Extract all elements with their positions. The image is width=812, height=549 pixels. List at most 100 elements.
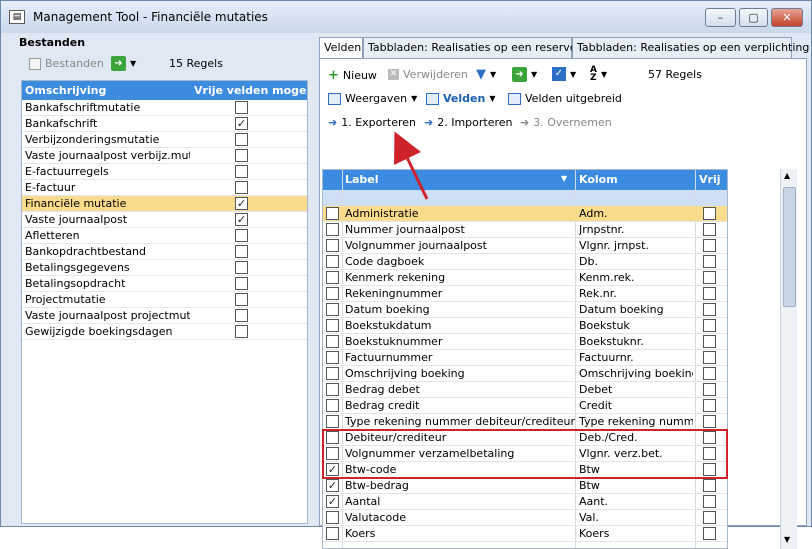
go-button[interactable]: ➜ ▼ <box>111 56 136 71</box>
vrij-checkbox[interactable] <box>703 303 716 316</box>
scroll-down-icon[interactable]: ▼ <box>784 535 790 544</box>
vrij-checkbox[interactable] <box>703 511 716 524</box>
vrij-checkbox[interactable] <box>703 271 716 284</box>
vrij-checkbox[interactable] <box>703 335 716 348</box>
row-checkbox[interactable] <box>326 511 339 524</box>
check-all-button[interactable]: ✓ ▼ <box>552 67 576 81</box>
table-row[interactable]: Factuurnummer Factuurnr. <box>323 350 727 366</box>
vrije-velden-checkbox[interactable] <box>235 245 248 258</box>
list-item[interactable]: Vaste journaalpost projectmutaties <box>22 308 307 324</box>
vrije-velden-checkbox[interactable] <box>235 133 248 146</box>
velden-uitgebreid-button[interactable]: Velden uitgebreid <box>508 92 622 105</box>
table-row[interactable]: Volgnummer journaalpost Vlgnr. jrnpst. <box>323 238 727 254</box>
list-item[interactable]: Bankopdrachtbestand <box>22 244 307 260</box>
col-vrij[interactable]: Vrij <box>699 173 720 186</box>
row-checkbox[interactable] <box>326 367 339 380</box>
row-checkbox[interactable] <box>326 223 339 236</box>
row-checkbox[interactable]: ✓ <box>326 495 339 508</box>
table-row[interactable]: ✓ Btw-bedrag Btw <box>323 478 727 494</box>
vrij-checkbox[interactable] <box>703 319 716 332</box>
table-row[interactable]: Bedrag credit Credit <box>323 398 727 414</box>
vrij-checkbox[interactable] <box>703 207 716 220</box>
row-checkbox[interactable] <box>326 255 339 268</box>
table-row[interactable]: Code dagboek Db. <box>323 254 727 270</box>
list-item[interactable]: Betalingsopdracht <box>22 276 307 292</box>
list-item[interactable]: E-factuurregels <box>22 164 307 180</box>
vrij-checkbox[interactable] <box>703 367 716 380</box>
vrije-velden-checkbox[interactable] <box>235 261 248 274</box>
vrije-velden-checkbox[interactable] <box>235 229 248 242</box>
scroll-thumb[interactable] <box>783 187 796 307</box>
tab-realisaties-reservering[interactable]: Tabbladen: Realisaties op een reserverin… <box>363 37 598 59</box>
row-checkbox[interactable] <box>326 415 339 428</box>
files-button[interactable]: Bestanden <box>29 57 104 70</box>
row-checkbox[interactable]: ✓ <box>326 479 339 492</box>
tab-realisaties-verplichting[interactable]: Tabbladen: Realisaties op een verplichti… <box>572 37 809 59</box>
list-item[interactable]: Financiële mutatie ✓ <box>22 196 307 212</box>
verwijderen-button[interactable]: ✕ Verwijderen <box>388 68 468 81</box>
list-item[interactable]: Verbijzonderingsmutatie <box>22 132 307 148</box>
col-label[interactable]: Label <box>345 173 379 186</box>
table-row[interactable]: Datum boeking Datum boeking <box>323 302 727 318</box>
weergaven-button[interactable]: Weergaven ▼ <box>328 92 417 105</box>
vrij-checkbox[interactable] <box>703 383 716 396</box>
table-row[interactable]: Koers Koers <box>323 526 727 542</box>
minimize-button[interactable]: – <box>705 8 736 27</box>
vrij-checkbox[interactable] <box>703 239 716 252</box>
row-checkbox[interactable] <box>326 351 339 364</box>
vrij-checkbox[interactable] <box>703 495 716 508</box>
vrij-checkbox[interactable] <box>703 479 716 492</box>
vertical-scrollbar[interactable]: ▲ ▼ <box>780 169 797 549</box>
vrije-velden-checkbox[interactable] <box>235 309 248 322</box>
col-vrije-velden[interactable]: Vrije velden moge <box>194 84 307 97</box>
list-item[interactable]: Bankafschrift ✓ <box>22 116 307 132</box>
filter-button[interactable]: ▼ ▼ <box>476 67 496 82</box>
list-item[interactable]: Vaste journaalpost ✓ <box>22 212 307 228</box>
col-kolom[interactable]: Kolom <box>579 173 618 186</box>
table-row[interactable]: Boekstuknummer Boekstuknr. <box>323 334 727 350</box>
vrij-checkbox[interactable] <box>703 415 716 428</box>
vrije-velden-checkbox[interactable]: ✓ <box>235 213 248 226</box>
table-row[interactable]: Omschrijving boeking Omschrijving boeking <box>323 366 727 382</box>
row-checkbox[interactable] <box>326 239 339 252</box>
vrije-velden-checkbox[interactable] <box>235 293 248 306</box>
vrije-velden-checkbox[interactable] <box>235 149 248 162</box>
col-omschrijving[interactable]: Omschrijving <box>25 84 106 97</box>
vrije-velden-checkbox[interactable] <box>235 165 248 178</box>
vrij-checkbox[interactable] <box>703 223 716 236</box>
vrij-checkbox[interactable] <box>703 351 716 364</box>
export-arrow-button[interactable]: ➜ ▼ <box>512 67 537 82</box>
vrije-velden-checkbox[interactable] <box>235 325 248 338</box>
table-row[interactable]: Boekstukdatum Boekstuk <box>323 318 727 334</box>
list-item[interactable]: Afletteren <box>22 228 307 244</box>
table-row[interactable]: Bedrag debet Debet <box>323 382 727 398</box>
row-checkbox[interactable] <box>326 399 339 412</box>
nieuw-button[interactable]: + Nieuw <box>328 68 377 83</box>
row-checkbox[interactable] <box>326 383 339 396</box>
table-row[interactable]: Type rekening nummer debiteur/crediteur T… <box>323 414 727 430</box>
vrije-velden-checkbox[interactable]: ✓ <box>235 197 248 210</box>
table-row[interactable]: Valutacode Val. <box>323 510 727 526</box>
maximize-button[interactable]: ▢ <box>739 8 768 27</box>
list-item[interactable]: Projectmutatie <box>22 292 307 308</box>
table-row[interactable]: Kenmerk rekening Kenm.rek. <box>323 270 727 286</box>
list-item[interactable]: Vaste journaalpost verbijz.mutaties <box>22 148 307 164</box>
vrije-velden-checkbox[interactable] <box>235 277 248 290</box>
step-overnemen[interactable]: ➜ 3. Overnemen <box>520 116 612 129</box>
sort-button[interactable]: A Z ▼ <box>590 66 607 83</box>
velden-button[interactable]: Velden ▼ <box>426 92 495 105</box>
table-row[interactable]: Nummer journaalpost Jrnpstnr. <box>323 222 727 238</box>
row-checkbox[interactable] <box>326 319 339 332</box>
step-exporteren[interactable]: ➜ 1. Exporteren <box>328 116 416 129</box>
vrije-velden-checkbox[interactable] <box>235 181 248 194</box>
list-item[interactable]: Gewijzigde boekingsdagen <box>22 324 307 340</box>
list-item[interactable]: Betalingsgegevens <box>22 260 307 276</box>
vrije-velden-checkbox[interactable] <box>235 101 248 114</box>
list-item[interactable]: Bankafschriftmutatie <box>22 100 307 116</box>
list-item[interactable]: E-factuur <box>22 180 307 196</box>
vrij-checkbox[interactable] <box>703 255 716 268</box>
close-button[interactable]: ✕ <box>771 8 803 27</box>
row-checkbox[interactable] <box>326 335 339 348</box>
table-row[interactable]: Rekeningnummer Rek.nr. <box>323 286 727 302</box>
vrij-checkbox[interactable] <box>703 527 716 540</box>
